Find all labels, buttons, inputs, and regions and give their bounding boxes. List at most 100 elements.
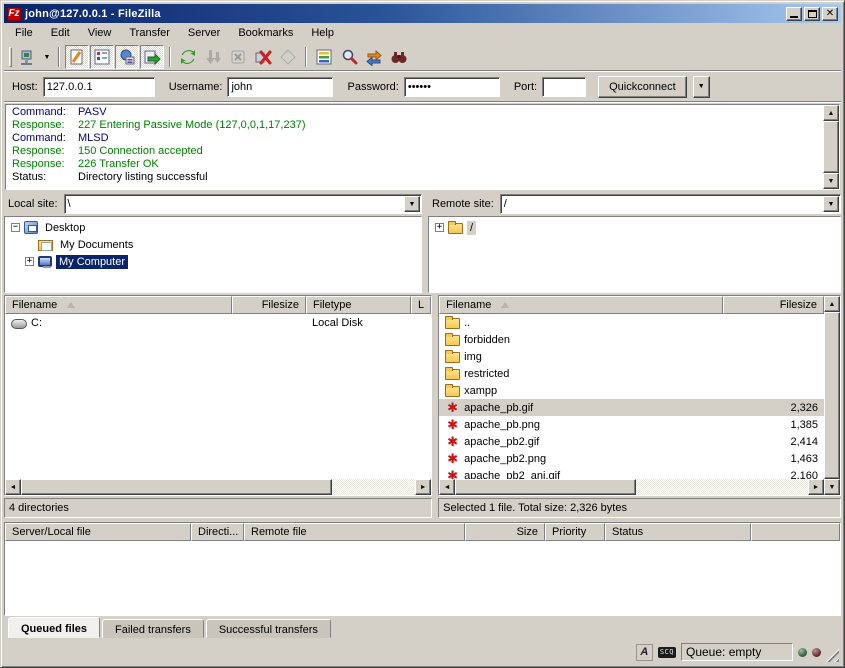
- minimize-button[interactable]: [786, 7, 802, 21]
- tree-item-my-computer[interactable]: + My Computer: [5, 253, 421, 270]
- scroll-left-icon[interactable]: ◄: [5, 479, 21, 495]
- remote-file-row[interactable]: apache_pb2.gif 2,414: [439, 433, 824, 450]
- log-scrollbar[interactable]: ▲ ▼: [823, 105, 839, 189]
- remote-file-row[interactable]: xampp: [439, 382, 824, 399]
- collapse-icon[interactable]: −: [11, 223, 20, 232]
- column-header-size[interactable]: Size: [465, 523, 545, 541]
- menu-bookmarks[interactable]: Bookmarks: [229, 24, 302, 42]
- find-files-button[interactable]: [387, 45, 411, 69]
- remote-status-text: Selected 1 file. Total size: 2,326 bytes: [438, 498, 841, 518]
- cancel-operation-button[interactable]: [226, 45, 250, 69]
- menu-file[interactable]: File: [6, 24, 42, 42]
- tab-queued-files[interactable]: Queued files: [8, 617, 100, 638]
- scroll-up-icon[interactable]: ▲: [824, 296, 840, 312]
- column-header-server-local-file[interactable]: Server/Local file: [5, 523, 191, 541]
- chevron-down-icon[interactable]: ▼: [404, 196, 420, 212]
- local-site-combo[interactable]: \ ▼: [64, 194, 422, 214]
- remote-file-row-selected[interactable]: apache_pb.gif 2,326: [439, 399, 824, 416]
- refresh-button[interactable]: [176, 45, 200, 69]
- menu-edit[interactable]: Edit: [42, 24, 79, 42]
- scroll-thumb[interactable]: [824, 312, 840, 479]
- menu-transfer[interactable]: Transfer: [120, 24, 179, 42]
- expand-icon[interactable]: +: [25, 257, 34, 266]
- transfer-type-indicator-icon[interactable]: A: [636, 644, 653, 661]
- sort-ascending-icon: [67, 302, 75, 308]
- scroll-up-icon[interactable]: ▲: [823, 105, 839, 121]
- site-manager-dropdown[interactable]: ▼: [41, 45, 53, 69]
- column-header-lastmodified[interactable]: L: [411, 296, 431, 314]
- scroll-right-icon[interactable]: ►: [808, 479, 824, 495]
- menu-server[interactable]: Server: [179, 24, 229, 42]
- column-header-filesize[interactable]: Filesize: [232, 296, 306, 314]
- port-label: Port:: [514, 81, 537, 93]
- username-input[interactable]: [227, 77, 333, 97]
- remote-file-row[interactable]: forbidden: [439, 331, 824, 348]
- remote-file-row[interactable]: apache_pb.png 1,385: [439, 416, 824, 433]
- column-header-filename[interactable]: Filename: [439, 296, 723, 314]
- tree-item-desktop[interactable]: − Desktop: [5, 219, 421, 236]
- disconnect-button[interactable]: [251, 45, 275, 69]
- local-file-rows: C: Local Disk: [5, 314, 431, 479]
- chevron-down-icon[interactable]: ▼: [823, 196, 839, 212]
- close-button[interactable]: ✕: [822, 7, 838, 21]
- column-header-filesize[interactable]: Filesize: [723, 296, 824, 314]
- menu-help[interactable]: Help: [302, 24, 343, 42]
- column-header-filename[interactable]: Filename: [5, 296, 232, 314]
- my-documents-icon: [38, 240, 53, 251]
- filter-icon: [315, 48, 333, 66]
- remote-site-value: /: [501, 198, 822, 210]
- remote-file-row[interactable]: apache_pb2.png 1,463: [439, 450, 824, 467]
- column-header-priority[interactable]: Priority: [545, 523, 605, 541]
- maximize-button[interactable]: [804, 7, 820, 21]
- status-bar: A SCQ Queue: empty: [4, 640, 841, 664]
- toggle-message-log-button[interactable]: [65, 45, 89, 69]
- sync-browsing-icon: [365, 48, 383, 66]
- quickconnect-dropdown[interactable]: ▼: [693, 76, 710, 98]
- reconnect-button[interactable]: [276, 45, 300, 69]
- remote-site-combo[interactable]: / ▼: [500, 194, 841, 214]
- resize-grip[interactable]: [826, 649, 839, 662]
- host-input[interactable]: [43, 77, 155, 97]
- port-input[interactable]: [542, 77, 586, 97]
- scroll-right-icon[interactable]: ►: [415, 479, 431, 495]
- remote-file-row[interactable]: ..: [439, 314, 824, 331]
- remote-file-row[interactable]: img: [439, 348, 824, 365]
- site-manager-icon: [19, 48, 37, 66]
- column-header-remote-file[interactable]: Remote file: [244, 523, 465, 541]
- menu-bar: File Edit View Transfer Server Bookmarks…: [4, 23, 841, 43]
- queue-tabs: Queued files Failed transfers Successful…: [4, 617, 841, 638]
- column-header-direction[interactable]: Directi...: [191, 523, 244, 541]
- column-header-filetype[interactable]: Filetype: [306, 296, 411, 314]
- toggle-remote-tree-button[interactable]: [115, 45, 139, 69]
- scroll-thumb[interactable]: [823, 121, 839, 173]
- toggle-queue-button[interactable]: [140, 45, 164, 69]
- speed-limit-indicator-icon[interactable]: SCQ: [658, 647, 676, 658]
- remote-file-row[interactable]: apache_pb2_ani.gif 2,160: [439, 467, 824, 479]
- scroll-down-icon[interactable]: ▼: [823, 173, 839, 189]
- tree-item-my-documents[interactable]: My Documents: [5, 236, 421, 253]
- remote-horizontal-scrollbar[interactable]: ◄ ►: [439, 479, 824, 495]
- tab-failed-transfers[interactable]: Failed transfers: [102, 619, 204, 638]
- remote-vertical-scrollbar[interactable]: ▲ ▼: [824, 296, 840, 495]
- site-manager-button[interactable]: [16, 45, 40, 69]
- local-file-row[interactable]: C: Local Disk: [5, 314, 431, 331]
- scroll-left-icon[interactable]: ◄: [439, 479, 455, 495]
- tree-item-root[interactable]: + /: [429, 219, 840, 236]
- directory-comparison-button[interactable]: [337, 45, 361, 69]
- tab-successful-transfers[interactable]: Successful transfers: [206, 619, 331, 638]
- scroll-thumb[interactable]: [21, 479, 332, 495]
- column-header-empty[interactable]: [751, 523, 840, 541]
- remote-file-row[interactable]: restricted: [439, 365, 824, 382]
- synchronized-browsing-button[interactable]: [362, 45, 386, 69]
- menu-view[interactable]: View: [79, 24, 121, 42]
- expand-icon[interactable]: +: [435, 223, 444, 232]
- scroll-thumb[interactable]: [455, 479, 636, 495]
- quickconnect-button[interactable]: Quickconnect: [598, 76, 687, 98]
- column-header-status[interactable]: Status: [605, 523, 751, 541]
- password-input[interactable]: [404, 77, 500, 97]
- filter-button[interactable]: [312, 45, 336, 69]
- local-horizontal-scrollbar[interactable]: ◄ ►: [5, 479, 431, 495]
- process-queue-button[interactable]: [201, 45, 225, 69]
- toggle-local-tree-button[interactable]: [90, 45, 114, 69]
- scroll-down-icon[interactable]: ▼: [824, 479, 840, 495]
